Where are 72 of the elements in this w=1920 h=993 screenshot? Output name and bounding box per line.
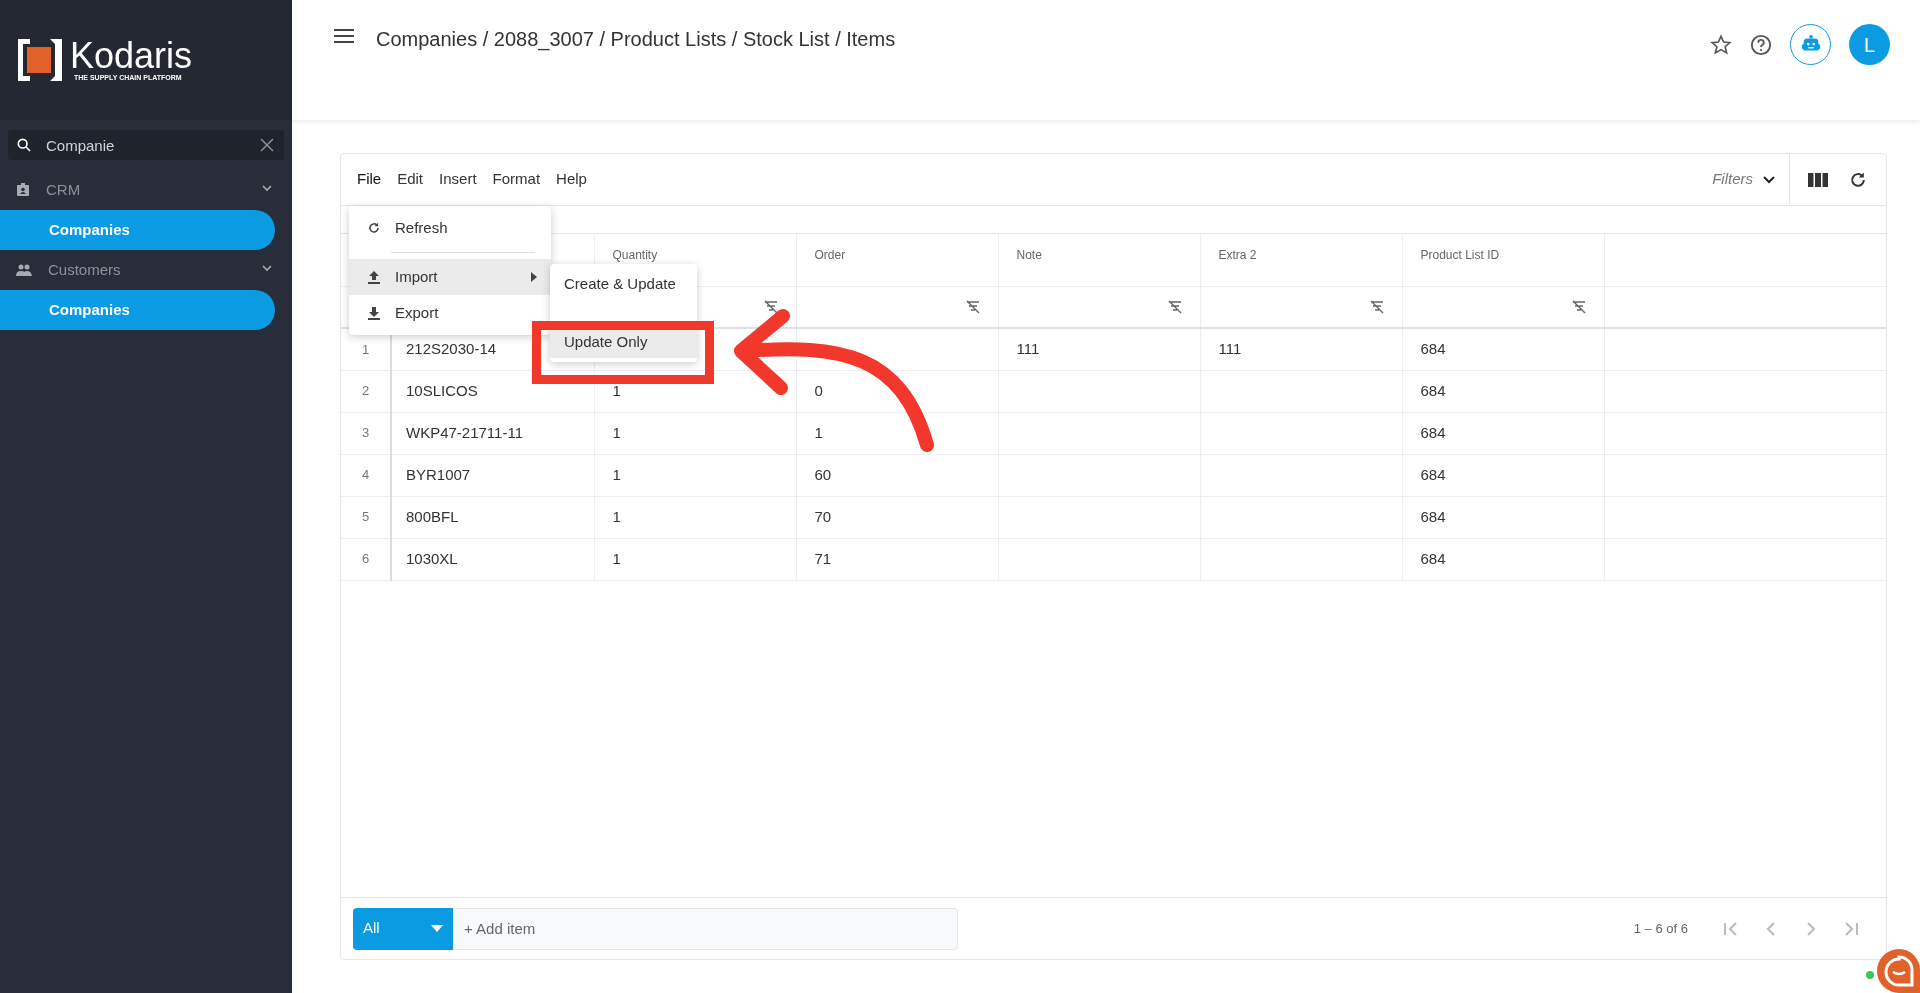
row-number: 5 bbox=[361, 509, 370, 525]
filters-dropdown[interactable]: Filters bbox=[1712, 168, 1789, 191]
table-cell: 684 bbox=[1420, 340, 1446, 357]
close-icon[interactable] bbox=[260, 138, 274, 152]
table-cell: BYR1007 bbox=[406, 465, 471, 483]
breadcrumb: Companies / 2088_3007 / Product Lists / Stock List / Items bbox=[376, 27, 896, 53]
row-number: 6 bbox=[361, 551, 370, 567]
star-icon[interactable] bbox=[1710, 33, 1732, 56]
row-number: 2 bbox=[361, 383, 370, 399]
table-cell: 111 bbox=[1016, 340, 1040, 357]
scope-label: All bbox=[363, 918, 380, 939]
table-cell: 1 bbox=[612, 381, 621, 399]
column-header[interactable]: Product List ID bbox=[1420, 248, 1500, 262]
table-cell: 684 bbox=[1420, 507, 1446, 525]
menu-item[interactable]: Help bbox=[556, 168, 587, 191]
search-icon bbox=[16, 137, 32, 153]
submenu-caret-icon bbox=[531, 272, 537, 282]
add-item-field[interactable]: + Add item bbox=[453, 907, 958, 950]
search-field[interactable]: Companie bbox=[8, 130, 284, 160]
menu-item[interactable]: File bbox=[357, 168, 382, 191]
refresh-icon bbox=[367, 221, 381, 235]
pagination-text: 1 – 6 of 6 bbox=[1633, 919, 1688, 938]
table-cell: 212S2030-14 bbox=[406, 340, 497, 357]
row-number: 4 bbox=[361, 467, 370, 483]
filter-off-icon[interactable] bbox=[1571, 299, 1586, 314]
table-cell: 1 bbox=[612, 465, 621, 483]
table-cell: 71 bbox=[814, 549, 832, 567]
chevron-down-icon bbox=[1763, 175, 1775, 184]
row-number: 1 bbox=[361, 341, 370, 357]
table-cell: 684 bbox=[1420, 381, 1446, 399]
table-cell: 1 bbox=[814, 423, 823, 441]
menu-item[interactable]: Insert bbox=[439, 168, 477, 191]
columns-icon[interactable] bbox=[1808, 171, 1828, 188]
menu-option[interactable]: Import bbox=[349, 259, 551, 295]
nav-group[interactable]: CRM bbox=[0, 170, 292, 210]
download-icon bbox=[367, 306, 381, 320]
column-header[interactable]: Extra 2 bbox=[1218, 248, 1257, 262]
table-cell: 1 bbox=[612, 507, 621, 525]
table-cell: 684 bbox=[1420, 549, 1446, 567]
table-cell: 684 bbox=[1420, 423, 1446, 441]
filter-off-icon[interactable] bbox=[965, 299, 980, 314]
logo-mark-icon bbox=[18, 39, 62, 81]
logo-text: Kodaris bbox=[70, 38, 193, 74]
column-header[interactable]: Quantity bbox=[612, 248, 658, 262]
menu-item[interactable]: Edit bbox=[397, 168, 424, 191]
table-cell: 10SLICOS bbox=[406, 381, 478, 399]
nav-group[interactable]: Customers bbox=[0, 250, 292, 290]
table-cell: 1030XL bbox=[406, 549, 458, 567]
column-header[interactable]: Order bbox=[814, 248, 846, 262]
menu-icon[interactable] bbox=[334, 29, 354, 43]
table-cell: 800BFL bbox=[406, 507, 459, 525]
table-cell: 60 bbox=[814, 465, 832, 483]
people-icon bbox=[16, 264, 32, 276]
table-cell: 1 bbox=[612, 549, 621, 567]
column-header[interactable]: Note bbox=[1016, 248, 1042, 262]
upload-icon bbox=[367, 270, 381, 284]
id-badge-icon bbox=[16, 183, 30, 197]
table-cell: 70 bbox=[814, 507, 832, 525]
table-cell: WKP47-21711-11 bbox=[406, 423, 523, 441]
help-icon[interactable] bbox=[1750, 33, 1772, 56]
caret-icon bbox=[431, 925, 443, 932]
table-cell: 1 bbox=[612, 423, 621, 441]
filter-off-icon[interactable] bbox=[1369, 299, 1384, 314]
table-cell: 684 bbox=[1420, 465, 1446, 483]
filter-off-icon[interactable] bbox=[1167, 299, 1182, 314]
table-cell: 0 bbox=[814, 381, 823, 399]
table-cell: 111 bbox=[1218, 340, 1242, 357]
submenu-option[interactable]: Create & Update bbox=[550, 268, 697, 300]
menu-option[interactable]: Refresh bbox=[349, 210, 551, 246]
row-number: 3 bbox=[361, 425, 370, 441]
menu-item[interactable]: Format bbox=[492, 168, 541, 191]
filter-off-icon[interactable] bbox=[763, 299, 778, 314]
